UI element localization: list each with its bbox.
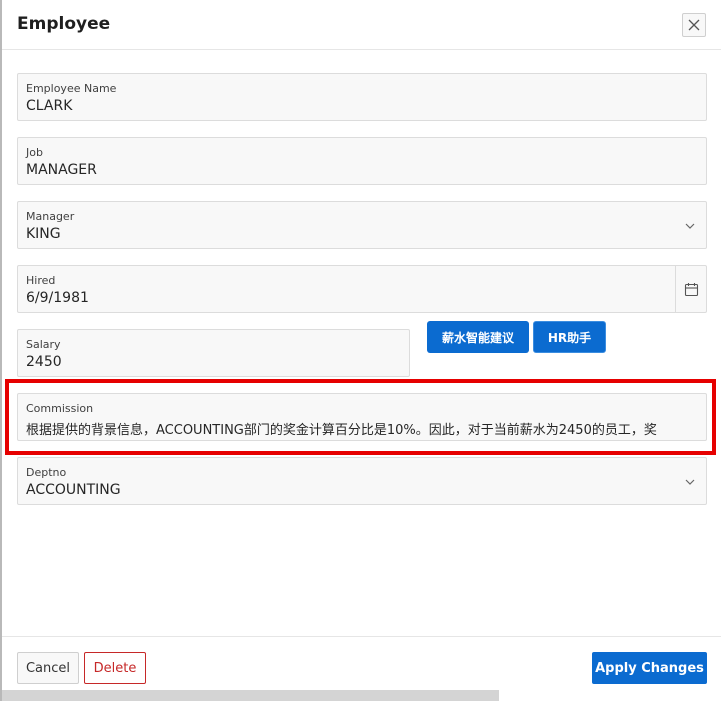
employee-name-label: Employee Name xyxy=(26,82,117,95)
horizontal-scrollbar[interactable] xyxy=(2,690,499,701)
close-button[interactable] xyxy=(682,13,706,37)
chevron-down-icon xyxy=(685,479,695,485)
salary-value[interactable]: 2450 xyxy=(26,354,62,370)
hired-label: Hired xyxy=(26,274,56,287)
delete-button[interactable]: Delete xyxy=(84,652,146,684)
dialog-header: Employee xyxy=(2,0,721,50)
employee-name-field[interactable]: Employee Name CLARK xyxy=(17,73,707,121)
salary-label: Salary xyxy=(26,338,61,351)
calendar-button[interactable] xyxy=(675,266,706,312)
deptno-label: Deptno xyxy=(26,466,67,479)
hr-assistant-button[interactable]: HR助手 xyxy=(533,321,606,353)
employee-name-value[interactable]: CLARK xyxy=(26,98,72,114)
salary-field[interactable]: Salary 2450 xyxy=(17,329,410,377)
hired-date-field[interactable]: Hired 6/9/1981 xyxy=(17,265,707,313)
cancel-button[interactable]: Cancel xyxy=(17,652,79,684)
manager-label: Manager xyxy=(26,210,75,223)
job-label: Job xyxy=(26,146,43,159)
manager-select[interactable]: Manager KING xyxy=(17,201,707,249)
footer-divider xyxy=(2,636,721,637)
calendar-icon xyxy=(684,282,698,296)
highlight-box xyxy=(5,379,716,455)
salary-suggest-button[interactable]: 薪水智能建议 xyxy=(427,321,529,353)
deptno-select[interactable]: Deptno ACCOUNTING xyxy=(17,457,707,505)
job-field[interactable]: Job MANAGER xyxy=(17,137,707,185)
hired-value[interactable]: 6/9/1981 xyxy=(26,290,89,306)
apply-changes-button[interactable]: Apply Changes xyxy=(592,652,707,684)
manager-value[interactable]: KING xyxy=(26,226,61,242)
chevron-down-icon xyxy=(685,223,695,229)
dialog-title: Employee xyxy=(17,14,111,34)
close-icon xyxy=(688,19,700,31)
employee-dialog: Employee Employee Name CLARK Job MANAGER… xyxy=(0,0,721,701)
job-value[interactable]: MANAGER xyxy=(26,162,97,178)
deptno-value[interactable]: ACCOUNTING xyxy=(26,482,121,498)
